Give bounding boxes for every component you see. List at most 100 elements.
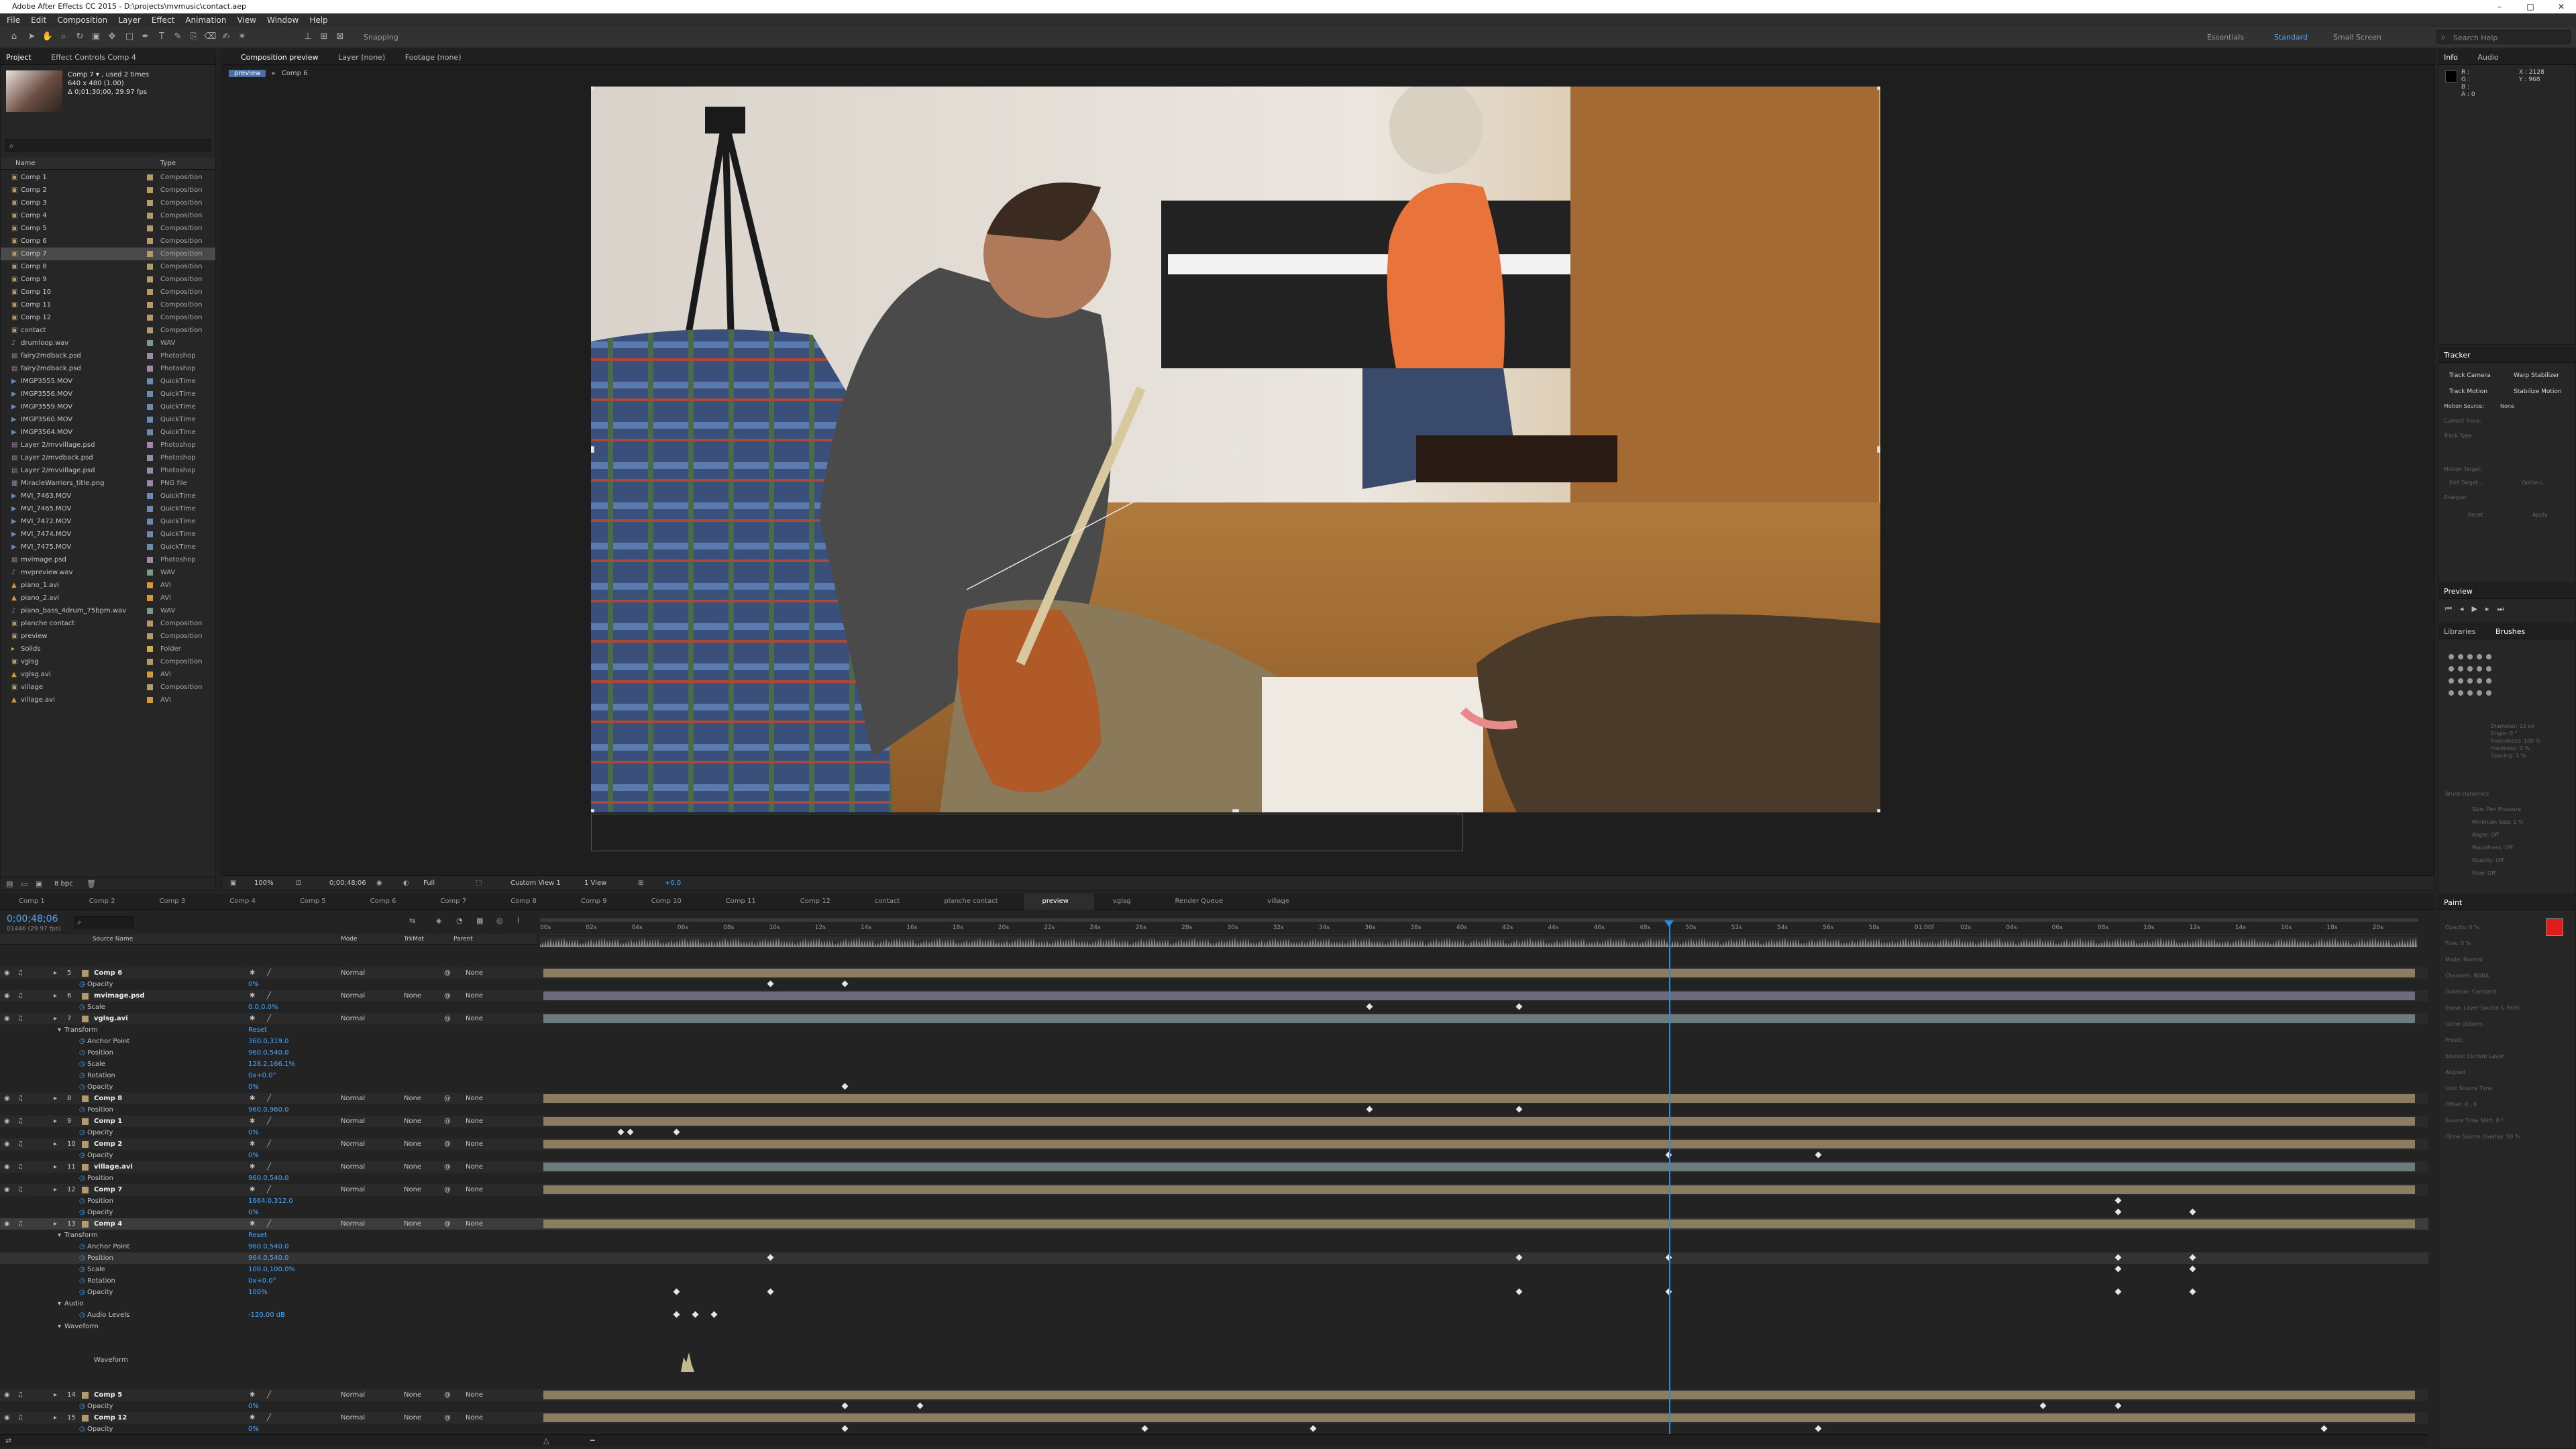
label-color[interactable]	[147, 353, 153, 359]
label-color[interactable]	[147, 646, 153, 652]
comp-tab[interactable]: Comp 6	[352, 894, 422, 910]
edit-target-button[interactable]: Edit Target...	[2449, 480, 2483, 486]
blend-mode-select[interactable]: Normal	[341, 990, 365, 1002]
audio-icon[interactable]: ♫	[17, 1116, 23, 1127]
keyframe[interactable]	[673, 1311, 680, 1318]
property-row[interactable]: ▾ Audio	[0, 1298, 2428, 1309]
comp-tab[interactable]: Comp 11	[707, 894, 782, 910]
comp-tab[interactable]: Comp 9	[562, 894, 633, 910]
project-item[interactable]: ▶ IMGP3556.MOV QuickTime	[1, 388, 215, 400]
clone-lock-source[interactable]: Lock Source Time	[2445, 1081, 2520, 1097]
eye-icon[interactable]: ◉	[4, 1013, 10, 1024]
expand-triangle-icon[interactable]: ▾	[58, 1298, 61, 1309]
pickwhip-icon[interactable]: @	[444, 1116, 451, 1127]
expand-triangle-icon[interactable]: ▸	[54, 1412, 57, 1424]
label-color[interactable]	[147, 595, 153, 601]
layer-name[interactable]: vglsg.avi	[94, 1013, 128, 1024]
keyframe[interactable]	[2189, 1208, 2196, 1216]
property-value[interactable]: 960.0,540.0	[248, 1173, 288, 1184]
keyframe[interactable]	[841, 1083, 849, 1090]
project-item[interactable]: ▣ Comp 12 Composition	[1, 311, 215, 324]
motion-source-select[interactable]: None	[2500, 403, 2514, 409]
blend-mode-select[interactable]: Normal	[341, 1093, 365, 1104]
stopwatch-icon[interactable]: ◷	[79, 1002, 85, 1013]
eye-icon[interactable]: ◉	[4, 967, 10, 979]
project-item[interactable]: ▣ Comp 2 Composition	[1, 184, 215, 197]
rectangle-tool-icon[interactable]: □	[123, 31, 136, 43]
parent-select[interactable]: None	[466, 967, 483, 979]
property-value[interactable]: 128.2,166.1%	[248, 1059, 295, 1070]
col-trkmat[interactable]: TrkMat	[404, 934, 424, 945]
property-value[interactable]: 0%	[248, 1127, 259, 1138]
property-row[interactable]: ◷ Audio Levels -120.00 dB	[0, 1309, 2428, 1321]
label-color[interactable]	[147, 493, 153, 499]
blend-mode-select[interactable]: Normal	[341, 1389, 365, 1401]
property-row[interactable]: ◷ Position 964.0,540.0	[0, 1252, 2428, 1264]
dyn-opacity[interactable]: Opacity: Off	[2472, 854, 2524, 867]
reset-button[interactable]: Reset	[2468, 512, 2483, 518]
project-item[interactable]: ▣ village Composition	[1, 681, 215, 694]
label-color[interactable]	[147, 442, 153, 448]
project-search-field[interactable]: ⌕	[5, 139, 211, 152]
comp-tab[interactable]: planche contact	[925, 894, 1023, 910]
tab-brushes[interactable]: Brushes	[2496, 627, 2525, 636]
expand-triangle-icon[interactable]: ▸	[54, 1389, 57, 1401]
label-color[interactable]	[147, 276, 153, 282]
pickwhip-icon[interactable]: @	[444, 967, 451, 979]
property-value[interactable]: 0.0,0.0%	[248, 1002, 278, 1013]
stopwatch-icon[interactable]: ◷	[79, 1173, 85, 1184]
property-value[interactable]: 0%	[248, 979, 259, 990]
keyframe[interactable]	[841, 980, 849, 987]
clone-overlay[interactable]: Clone Source Overlay: 50 %	[2445, 1129, 2520, 1145]
menu-composition[interactable]: Composition	[57, 15, 107, 25]
property-row[interactable]: Waveform	[0, 1344, 2428, 1377]
blend-mode-select[interactable]: Normal	[341, 1013, 365, 1024]
project-item[interactable]: ▶ MVI_7463.MOV QuickTime	[1, 490, 215, 502]
stopwatch-icon[interactable]: ◷	[79, 1264, 85, 1275]
comp-tab[interactable]: Comp 4	[211, 894, 281, 910]
project-item[interactable]: ▲ piano_2.avi AVI	[1, 592, 215, 604]
shy-icon[interactable]: ◔	[456, 916, 463, 925]
composition-canvas[interactable]	[591, 87, 1880, 812]
comp-tab[interactable]: Comp 7	[421, 894, 492, 910]
layer-duration-bar[interactable]	[543, 969, 2415, 977]
paint-duration[interactable]: Duration: Constant	[2445, 984, 2520, 1000]
layer-row[interactable]: ◉ ♫ ▸ 15 Comp 12 ✱ ╱ Normal None @ None	[0, 1412, 2428, 1424]
stopwatch-icon[interactable]: ◷	[79, 1150, 85, 1161]
resolution-select[interactable]: Full	[423, 876, 435, 891]
stopwatch-icon[interactable]: ◷	[79, 1287, 85, 1298]
selection-tool-icon[interactable]: ➤	[25, 31, 38, 43]
stopwatch-icon[interactable]: ◷	[79, 1241, 85, 1252]
eye-icon[interactable]: ◉	[4, 1116, 10, 1127]
layer-row[interactable]: ◉ ♫ ▸ 8 Comp 8 ✱ ╱ Normal None @ None	[0, 1093, 2428, 1104]
label-color[interactable]	[147, 480, 153, 486]
quality-icon[interactable]: ╱	[267, 967, 271, 979]
breadcrumb-comp6[interactable]: Comp 6	[282, 70, 308, 77]
label-color[interactable]	[147, 187, 153, 193]
brush-roundness[interactable]: Roundness: 100 %	[2491, 737, 2540, 745]
menu-edit[interactable]: Edit	[31, 15, 46, 25]
label-color[interactable]	[147, 225, 153, 231]
property-value[interactable]: 0%	[248, 1424, 259, 1435]
collapse-icon[interactable]: ✱	[250, 1013, 255, 1024]
label-color[interactable]	[147, 531, 153, 537]
property-row[interactable]: ◷ Anchor Point 960.0,540.0	[0, 1241, 2428, 1252]
project-item[interactable]: ▣ Comp 9 Composition	[1, 273, 215, 286]
expand-triangle-icon[interactable]: ▾	[58, 1321, 61, 1332]
audio-icon[interactable]: ♫	[17, 1161, 23, 1173]
tab-info[interactable]: Info	[2444, 53, 2458, 62]
keyframe[interactable]	[2114, 1197, 2122, 1204]
tab-audio[interactable]: Audio	[2477, 53, 2498, 62]
keyframe[interactable]	[1515, 1106, 1523, 1113]
keyframe[interactable]	[767, 980, 774, 987]
menu-file[interactable]: File	[7, 15, 20, 25]
dyn-roundness[interactable]: Roundness: Off	[2472, 841, 2524, 854]
minimize-button[interactable]: –	[2484, 0, 2515, 13]
tab-footage[interactable]: Footage (none)	[405, 53, 462, 62]
layer-duration-bar[interactable]	[543, 1163, 2415, 1171]
property-value[interactable]: Reset	[248, 1024, 267, 1036]
property-value[interactable]: -120.00 dB	[248, 1309, 285, 1321]
comp-tab[interactable]: Comp 10	[633, 894, 707, 910]
audio-icon[interactable]: ♫	[17, 990, 23, 1002]
layer-name[interactable]: Comp 6	[94, 967, 122, 979]
